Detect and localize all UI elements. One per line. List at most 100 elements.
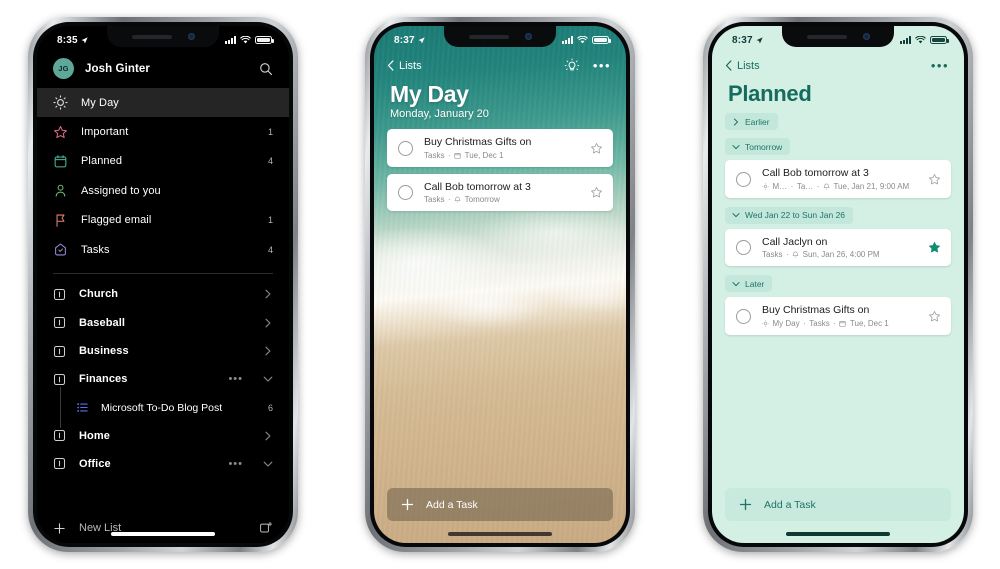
task-row[interactable]: Call Bob tomorrow at 3 Tasks · Tomorrow — [387, 173, 613, 212]
ellipsis-icon[interactable]: ••• — [931, 59, 949, 72]
back-to-lists-button[interactable]: Lists — [387, 60, 564, 72]
task-title: Buy Christmas Gifts on — [762, 304, 870, 317]
sidebar-item-important[interactable]: Important 1 — [37, 117, 289, 146]
task-title: Buy Christmas Gifts on — [424, 136, 532, 149]
calendar-icon — [53, 154, 68, 169]
chevron-down-icon[interactable] — [263, 374, 273, 384]
battery-icon — [930, 36, 949, 44]
sidebar-item-planned[interactable]: Planned 4 — [37, 147, 289, 176]
task-meta: My Day · Tasks · Tue, Dec 1 — [762, 319, 917, 328]
complete-checkbox[interactable] — [398, 140, 413, 156]
group-header-tomorrow[interactable]: Tomorrow — [725, 138, 791, 156]
new-group-icon[interactable] — [259, 521, 273, 535]
chevron-right-icon[interactable] — [263, 431, 273, 441]
task-row[interactable]: Call Jaclyn on Tasks · Sun, Jan 26, 4:00… — [725, 228, 951, 267]
complete-checkbox[interactable] — [736, 240, 751, 256]
sidebar-item-label: Planned — [81, 155, 123, 168]
group-label: Wed Jan 22 to Sun Jan 26 — [745, 210, 846, 221]
ellipsis-icon[interactable]: ••• — [593, 59, 611, 72]
sidebar-item-assigned-to-you[interactable]: Assigned to you — [37, 176, 289, 205]
sidebar-sublist-blog-post[interactable]: Microsoft To-Do Blog Post 6 — [37, 386, 289, 428]
sidebar-group-church[interactable]: Church — [37, 280, 289, 308]
star-icon[interactable] — [590, 186, 603, 199]
sidebar-item-label: Important — [81, 126, 129, 139]
group-folder-icon — [53, 316, 66, 329]
new-list-row[interactable]: New List — [37, 511, 289, 543]
smart-list-nav: My Day Important 1 Planned 4 Assigned to… — [37, 88, 289, 264]
notch — [444, 26, 556, 47]
chevron-down-icon[interactable] — [263, 459, 273, 469]
front-camera — [524, 33, 532, 40]
star-icon[interactable] — [928, 310, 941, 323]
group-folder-icon — [53, 373, 66, 386]
sidebar-group-finances[interactable]: Finances ••• — [37, 365, 289, 393]
sidebar-group-label: Office — [79, 457, 111, 470]
add-task-button[interactable]: Add a Task — [387, 488, 613, 521]
battery-icon — [255, 36, 274, 44]
nav-bar: Lists ••• — [374, 52, 626, 76]
group-folder-icon — [53, 429, 66, 442]
sidebar-group-baseball[interactable]: Baseball — [37, 309, 289, 337]
screen-planned: 8:37 Lists ••• Planned Earlier Tomorrow … — [712, 26, 964, 543]
task-title: Call Jaclyn on — [762, 235, 828, 248]
plus-icon — [54, 522, 65, 534]
sidebar-item-my-day[interactable]: My Day — [37, 88, 289, 118]
wifi-icon — [577, 36, 588, 44]
star-icon-filled[interactable] — [928, 241, 941, 254]
group-more-icon[interactable]: ••• — [228, 374, 243, 385]
task-meta: Tasks · Sun, Jan 26, 4:00 PM — [762, 250, 917, 259]
group-header-earlier[interactable]: Earlier — [725, 113, 778, 131]
task-row[interactable]: Buy Christmas Gifts on My Day · Tasks · … — [725, 297, 951, 335]
task-list-name-2: Tasks — [809, 318, 830, 328]
chevron-right-icon[interactable] — [263, 318, 273, 328]
account-name: Josh Ginter — [85, 62, 151, 75]
location-arrow-icon — [418, 36, 425, 43]
search-icon[interactable] — [259, 62, 273, 76]
back-to-lists-button[interactable]: Lists — [725, 60, 931, 72]
task-content: Buy Christmas Gifts on Tasks · Tue, Dec … — [424, 136, 579, 160]
task-content: Call Jaclyn on Tasks · Sun, Jan 26, 4:00… — [762, 236, 917, 260]
chevron-right-icon[interactable] — [263, 289, 273, 299]
sidebar-item-count: 4 — [267, 244, 273, 255]
battery-icon — [592, 36, 611, 44]
task-list-name: M… — [772, 181, 788, 191]
chevron-right-icon[interactable] — [263, 346, 273, 356]
complete-checkbox[interactable] — [398, 185, 413, 201]
flag-icon — [53, 213, 68, 228]
task-row[interactable]: Call Bob tomorrow at 3 M… · Ta… · Tue, J… — [725, 160, 951, 198]
screen-my-day: 8:37 Lists ••• My Day Monday, January 20… — [374, 26, 626, 543]
sidebar-group-home[interactable]: Home — [37, 422, 289, 450]
group-header-week[interactable]: Wed Jan 22 to Sun Jan 26 — [725, 206, 854, 224]
sidebar-item-flagged-email[interactable]: Flagged email 1 — [37, 206, 289, 235]
list-icon — [76, 401, 89, 414]
task-content: Buy Christmas Gifts on My Day · Tasks · … — [762, 304, 917, 328]
group-folder-icon — [53, 345, 66, 358]
task-content: Call Bob tomorrow at 3 M… · Ta… · Tue, J… — [762, 167, 917, 191]
phone-device-sidebar: 8:35 JG Josh Ginter My Day Important 1 P… — [28, 17, 298, 552]
group-header-later[interactable]: Later — [725, 275, 773, 293]
task-row[interactable]: Buy Christmas Gifts on Tasks · Tue, Dec … — [387, 129, 613, 167]
complete-checkbox[interactable] — [736, 308, 751, 324]
complete-checkbox[interactable] — [736, 171, 751, 187]
status-time-group: 8:35 — [57, 35, 88, 46]
sun-icon — [53, 95, 68, 110]
meta-separator: · — [816, 181, 820, 191]
my-day-body: 8:37 Lists ••• My Day Monday, January 20… — [374, 26, 626, 543]
lightbulb-icon[interactable] — [564, 57, 580, 74]
sidebar-item-tasks[interactable]: Tasks 4 — [37, 235, 289, 264]
meta-separator: · — [447, 150, 451, 160]
account-row[interactable]: JG Josh Ginter — [37, 52, 289, 88]
status-time: 8:37 — [394, 34, 415, 46]
task-title: Call Bob tomorrow at 3 — [762, 167, 869, 180]
sidebar-group-office[interactable]: Office ••• — [37, 450, 289, 478]
star-icon[interactable] — [928, 173, 941, 186]
sun-icon — [762, 182, 769, 190]
group-more-icon[interactable]: ••• — [228, 458, 243, 469]
sidebar-item-count: 4 — [267, 156, 273, 167]
add-task-button[interactable]: Add a Task — [725, 488, 951, 521]
notch — [107, 26, 219, 47]
sidebar-group-business[interactable]: Business — [37, 337, 289, 365]
star-icon[interactable] — [590, 142, 603, 155]
group-later: Later — [712, 272, 964, 297]
add-task-label: Add a Task — [426, 498, 478, 511]
